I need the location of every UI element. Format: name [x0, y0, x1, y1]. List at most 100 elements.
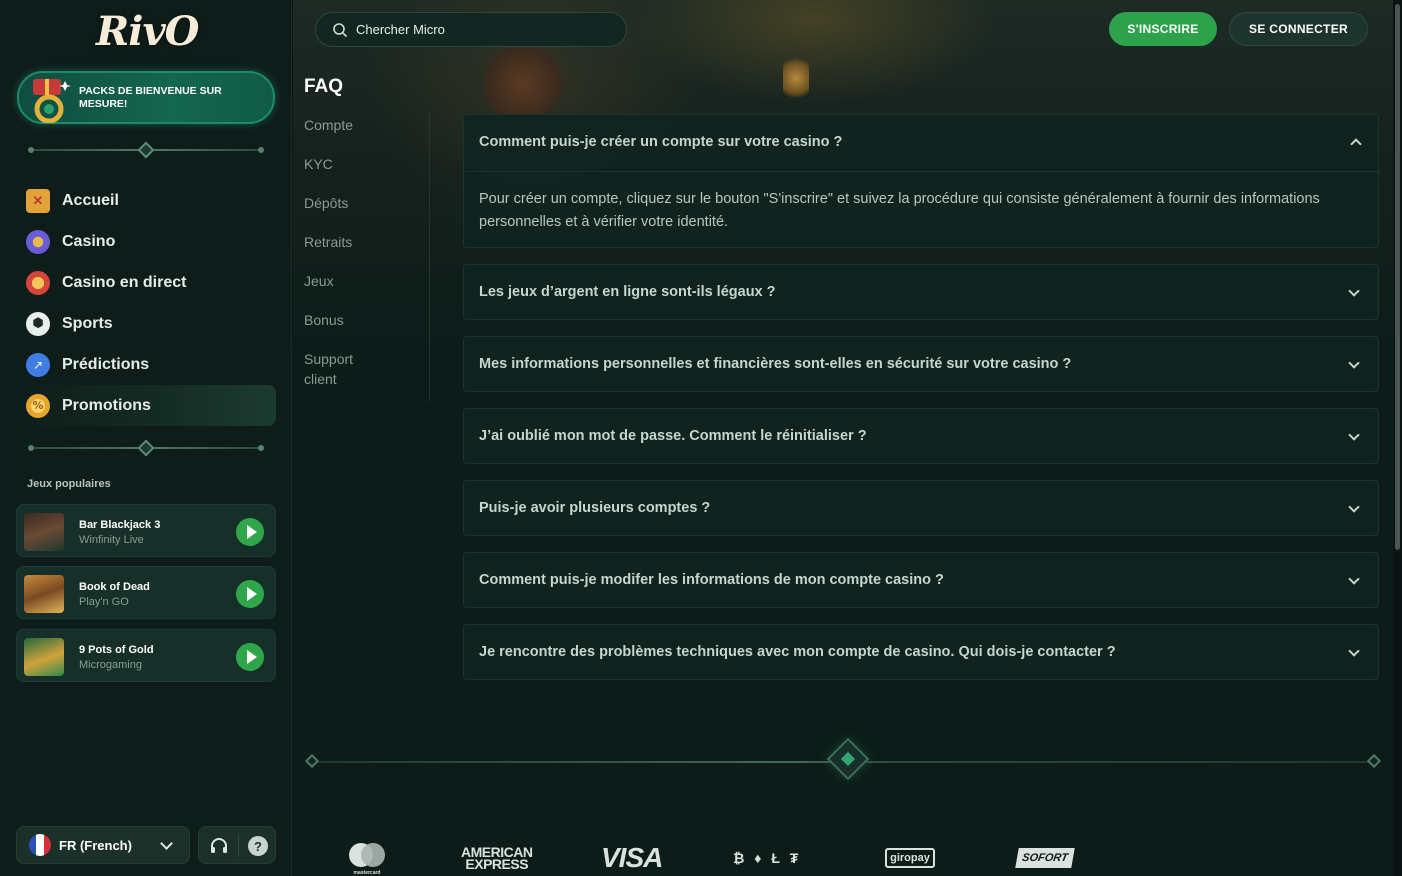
faq-category-retraits[interactable]: Retraits [304, 232, 424, 271]
faq-item[interactable]: Mes informations personnelles et financi… [463, 336, 1379, 392]
game-thumbnail [24, 575, 64, 613]
faq-question: Comment puis-je créer un compte sur votr… [479, 134, 843, 150]
page-title: FAQ [304, 76, 344, 97]
app-root: RivO PACKS DE BIENVENUE SUR MESURE! ✕ Ac… [0, 0, 1402, 876]
sidebar-item-casino[interactable]: Casino [18, 221, 276, 262]
popular-games-title: Jeux populaires [27, 478, 111, 490]
sidebar-item-label: Promotions [62, 396, 151, 414]
fox-mascot-image [483, 40, 563, 120]
faq-question-row[interactable]: Comment puis-je créer un compte sur votr… [464, 115, 1380, 171]
game-card[interactable]: Bar Blackjack 3 Winfinity Live [16, 504, 276, 557]
promotions-coin-icon: % [26, 393, 50, 418]
sidebar-item-casino-en-direct[interactable]: Casino en direct [18, 262, 276, 303]
play-icon [246, 587, 257, 601]
chevron-up-icon [1350, 138, 1362, 150]
game-card[interactable]: Book of Dead Play'n GO [16, 566, 276, 619]
sofort-logo: SOFORT [1015, 848, 1075, 868]
payment-methods: mastercard AMERICAN EXPRESS VISA ₿ ♦ Ł ₮… [333, 840, 1333, 876]
play-button[interactable] [236, 643, 264, 671]
search-input[interactable] [356, 22, 616, 37]
welcome-packs-banner[interactable]: PACKS DE BIENVENUE SUR MESURE! [17, 71, 275, 124]
play-icon [246, 525, 257, 539]
sidebar-divider [28, 439, 264, 457]
amex-line-2: EXPRESS [465, 856, 529, 872]
faq-question: J’ai oublié mon mot de passe. Comment le… [479, 428, 867, 444]
faq-answer: Pour créer un compte, cliquez sur le bou… [464, 171, 1380, 247]
game-thumbnail [24, 638, 64, 676]
giropay-logo: giropay [885, 848, 935, 868]
sidebar-item-label: Accueil [62, 191, 119, 209]
soccer-ball-icon: ⬢ [26, 311, 50, 336]
register-button[interactable]: S'INSCRIRE [1109, 12, 1217, 46]
sidebar-item-promotions[interactable]: % Promotions [18, 385, 276, 426]
chevron-down-icon [1348, 429, 1360, 441]
faq-question: Mes informations personnelles et financi… [479, 356, 1072, 372]
language-label: FR (French) [59, 837, 132, 853]
amex-logo: AMERICAN EXPRESS [461, 845, 533, 872]
chevron-down-icon [1348, 645, 1360, 657]
game-thumbnail [24, 513, 64, 551]
search-bar[interactable] [315, 12, 627, 47]
chevron-down-icon [1348, 501, 1360, 513]
sidebar-nav: ✕ Accueil Casino Casino en direct ⬢ Spor… [18, 180, 276, 426]
sidebar-item-label: Prédictions [62, 355, 150, 373]
gift-ring-icon [33, 79, 71, 123]
faq-category-depots[interactable]: Dépôts [304, 193, 424, 232]
game-title: Bar Blackjack 3 [79, 519, 161, 531]
rivo-logo[interactable]: RivO [96, 8, 200, 55]
faq-question: Je rencontre des problèmes techniques av… [479, 644, 1116, 660]
sidebar-divider [28, 141, 264, 159]
faq-category-nav: Compte KYC Dépôts Retraits Jeux Bonus Su… [304, 115, 424, 395]
faq-answer-text: Pour créer un compte, cliquez sur le bou… [479, 191, 1320, 230]
scrollbar-thumb[interactable] [1395, 4, 1400, 550]
faq-category-bonus[interactable]: Bonus [304, 310, 424, 349]
main-content: S'INSCRIRE SE CONNECTER FAQ Compte KYC D… [293, 0, 1393, 876]
sidebar-item-label: Casino en direct [62, 273, 187, 291]
faq-category-compte[interactable]: Compte [304, 115, 424, 154]
chevron-down-icon [1348, 285, 1360, 297]
sidebar: RivO PACKS DE BIENVENUE SUR MESURE! ✕ Ac… [0, 0, 292, 876]
page-scrollbar[interactable] [1393, 0, 1402, 876]
game-provider: Microgaming [79, 659, 142, 671]
french-flag-icon [29, 834, 51, 856]
login-button[interactable]: SE CONNECTER [1229, 12, 1368, 46]
faq-item[interactable]: J’ai oublié mon mot de passe. Comment le… [463, 408, 1379, 464]
visa-logo: VISA [601, 842, 663, 873]
lantern-image [783, 56, 809, 100]
faq-question: Les jeux d’argent en ligne sont-ils léga… [479, 284, 776, 300]
headset-icon[interactable] [209, 836, 229, 856]
faq-item[interactable]: Puis-je avoir plusieurs comptes ? [463, 480, 1379, 536]
chevron-down-icon [1348, 573, 1360, 585]
sidebar-item-sports[interactable]: ⬢ Sports [18, 303, 276, 344]
faq-category-jeux[interactable]: Jeux [304, 271, 424, 310]
utility-bar: ? [198, 826, 276, 864]
mastercard-label: mastercard [354, 870, 381, 876]
mastercard-logo: mastercard [349, 843, 385, 876]
faq-item[interactable]: Je rencontre des problèmes techniques av… [463, 624, 1379, 680]
chevron-down-icon [160, 836, 173, 850]
play-button[interactable] [236, 580, 264, 608]
faq-category-kyc[interactable]: KYC [304, 154, 424, 193]
faq-nav-divider [429, 112, 430, 402]
search-icon [333, 22, 348, 37]
sidebar-item-label: Sports [62, 314, 113, 332]
game-provider: Play'n GO [79, 596, 129, 608]
sidebar-item-accueil[interactable]: ✕ Accueil [18, 180, 276, 221]
faq-question: Comment puis-je modifer les informations… [479, 572, 944, 588]
game-title: 9 Pots of Gold [79, 644, 154, 656]
footer-divider [304, 737, 1382, 781]
help-icon[interactable]: ? [248, 836, 268, 856]
sidebar-item-predictions[interactable]: ↗ Prédictions [18, 344, 276, 385]
faq-item: Comment puis-je créer un compte sur votr… [463, 114, 1380, 248]
live-casino-icon [26, 270, 50, 295]
faq-question: Puis-je avoir plusieurs comptes ? [479, 500, 711, 516]
faq-item[interactable]: Comment puis-je modifer les informations… [463, 552, 1379, 608]
faq-item[interactable]: Les jeux d’argent en ligne sont-ils léga… [463, 264, 1379, 320]
faq-category-support[interactable]: Support client [304, 349, 384, 395]
game-card[interactable]: 9 Pots of Gold Microgaming [16, 629, 276, 682]
language-select[interactable]: FR (French) [16, 826, 190, 864]
game-title: Book of Dead [79, 581, 150, 593]
casino-chip-icon [26, 229, 50, 254]
play-button[interactable] [236, 518, 264, 546]
chevron-down-icon [1348, 357, 1360, 369]
